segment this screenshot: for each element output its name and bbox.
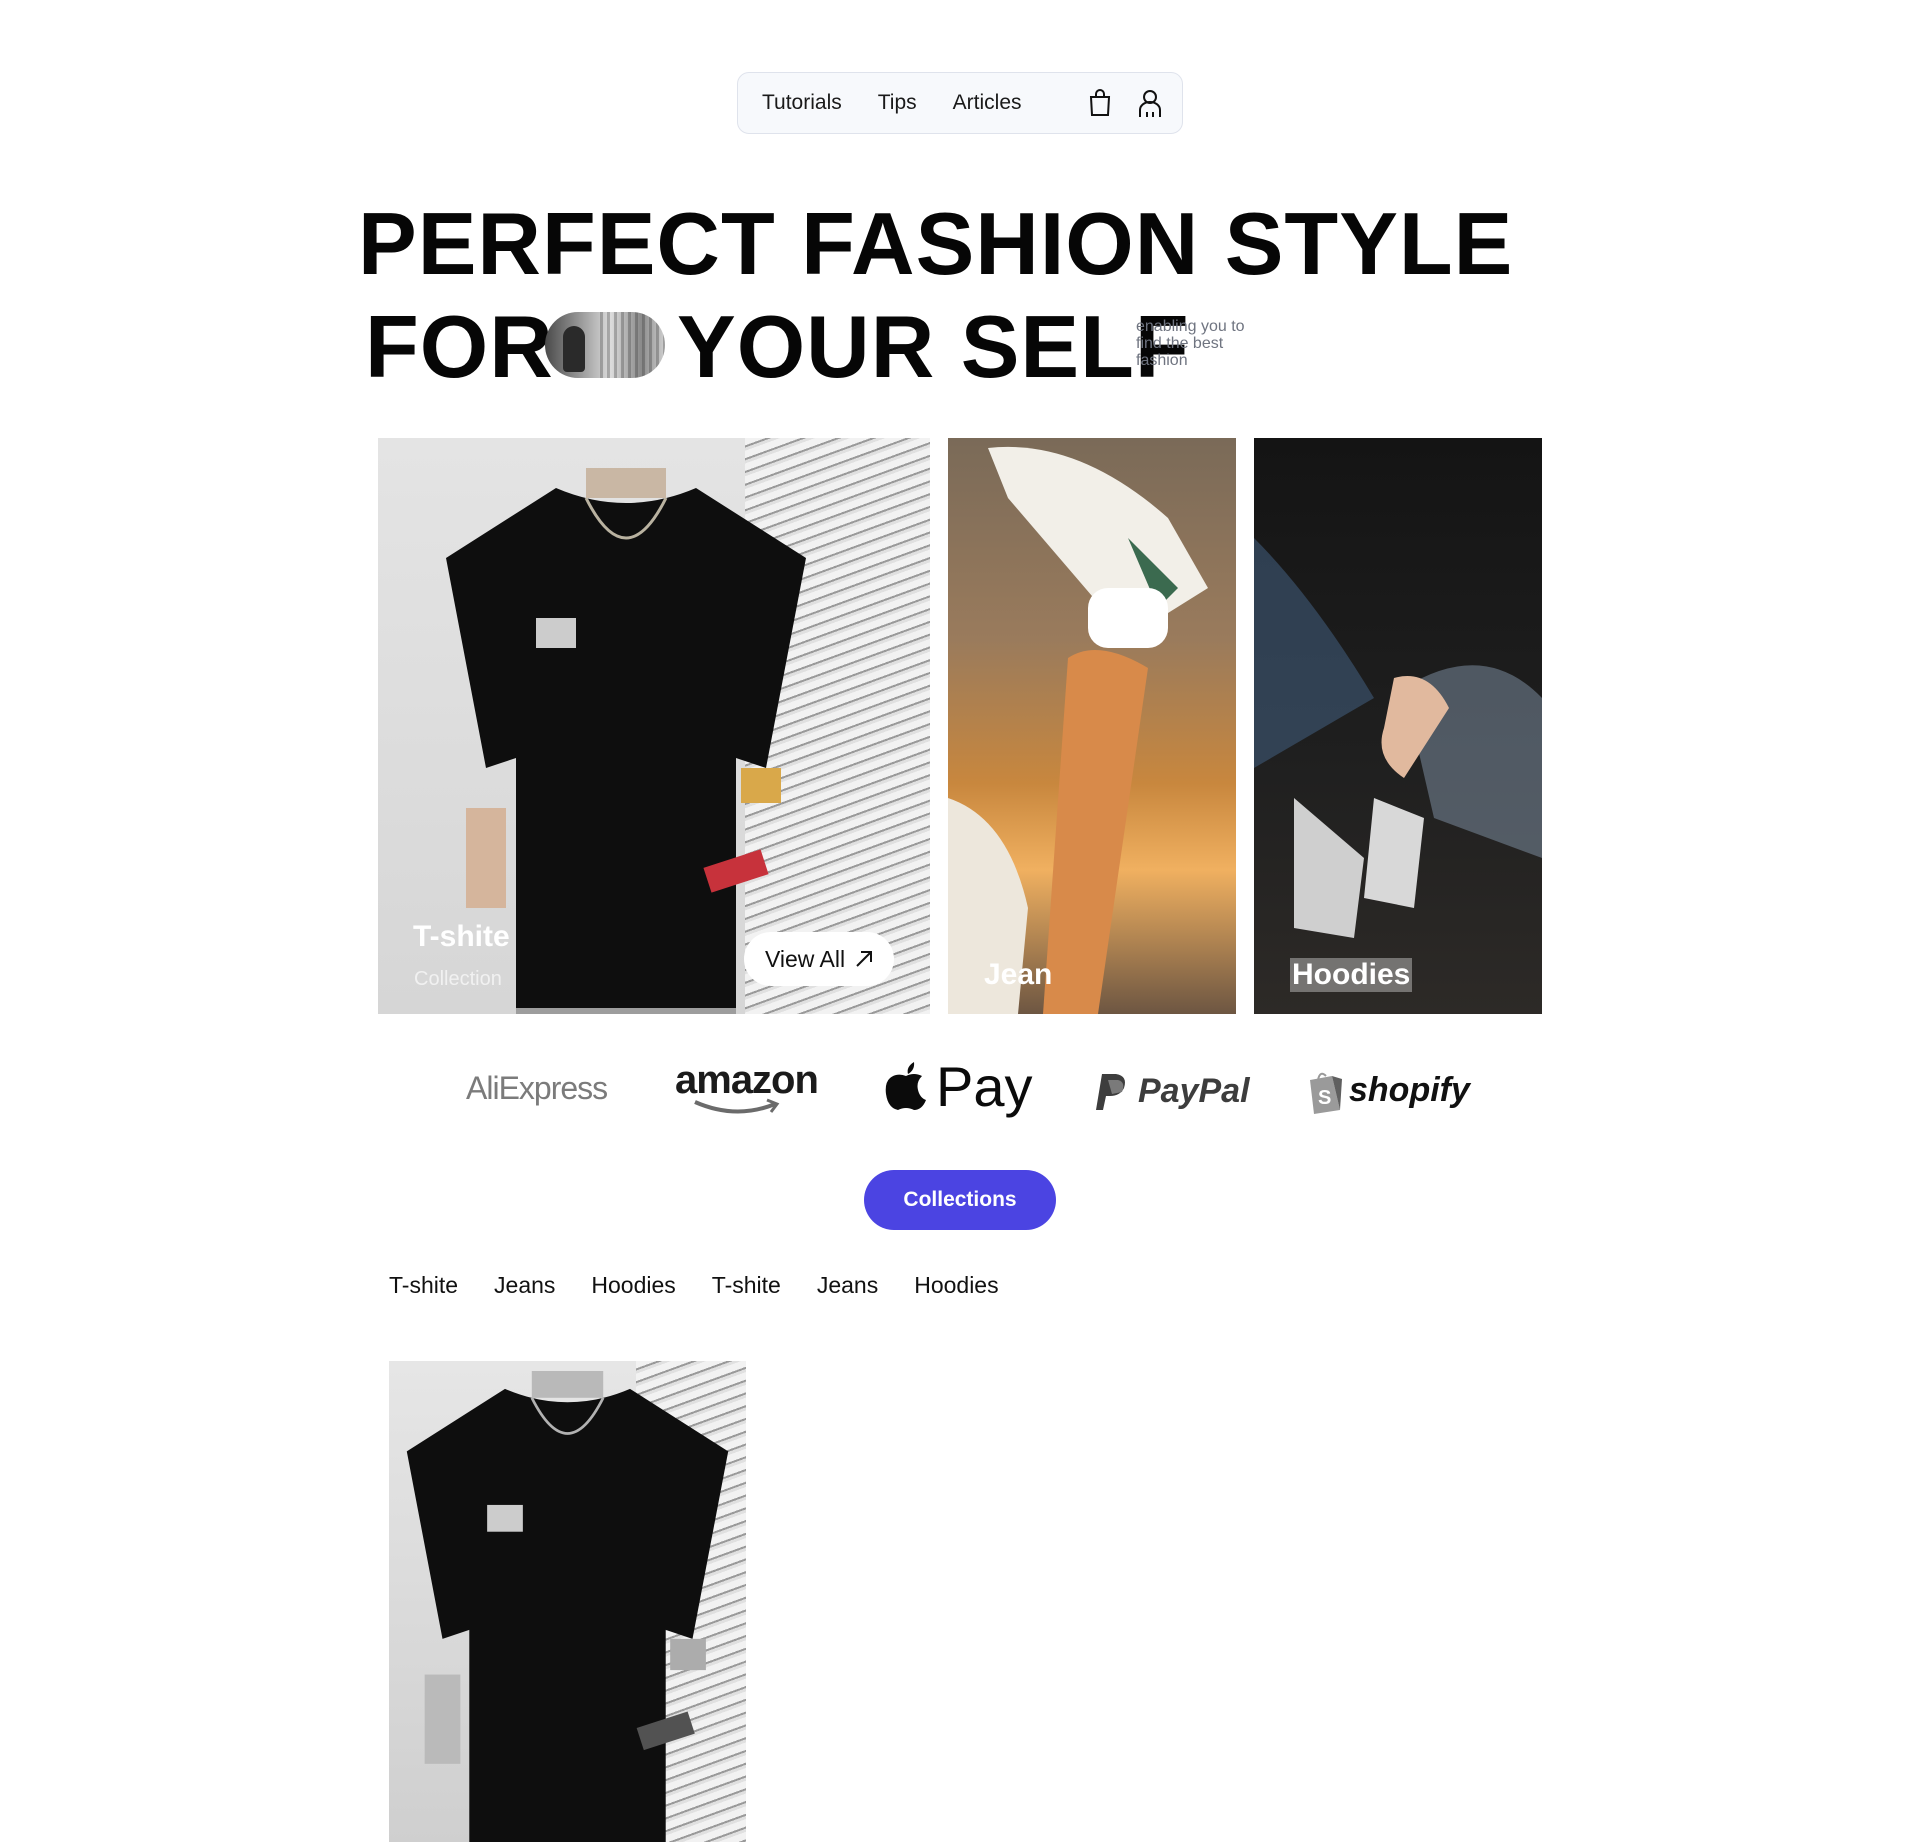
tab-hoodies[interactable]: Hoodies xyxy=(591,1272,675,1299)
user-icon[interactable] xyxy=(1138,88,1162,118)
card-subtitle-tshirt: Collection xyxy=(414,968,502,990)
arrow-up-right-icon xyxy=(856,951,873,967)
tab-tshirt[interactable]: T-shite xyxy=(389,1272,458,1299)
brand-applepay[interactable]: Pay xyxy=(936,1054,1033,1119)
brand-shopify[interactable]: shopify xyxy=(1349,1071,1470,1110)
brand-amazon[interactable]: amazon xyxy=(675,1058,819,1103)
tab-tshirt[interactable]: T-shite xyxy=(712,1272,781,1299)
brand-paypal[interactable]: PayPal xyxy=(1138,1072,1250,1111)
collection-card-hoodies[interactable]: Hoodies xyxy=(1254,438,1542,1014)
shopping-bag-icon[interactable] xyxy=(1088,88,1112,118)
collection-card-tshirt[interactable]: T-shite Collection xyxy=(378,438,930,1014)
view-all-label: View All xyxy=(764,945,846,972)
hero-subtitle: enabling you to find the best fashion xyxy=(1136,318,1245,369)
tab-hoodies[interactable]: Hoodies xyxy=(914,1272,998,1299)
hoodie-photo xyxy=(1254,538,1542,938)
product-thumbnail[interactable] xyxy=(389,1361,746,1842)
tshirt-photo xyxy=(406,1371,729,1842)
view-all-button[interactable]: View All xyxy=(744,932,894,986)
nav-link-tutorials[interactable]: Tutorials xyxy=(762,91,842,115)
top-nav: Tutorials Tips Articles xyxy=(737,72,1183,134)
amazon-smile-icon xyxy=(694,1098,780,1114)
tab-jeans[interactable]: Jeans xyxy=(817,1272,878,1299)
nav-link-tips[interactable]: Tips xyxy=(878,91,917,115)
card-title-hoodies: Hoodies xyxy=(1290,958,1413,992)
hero-title-line-1: PERFECT FASHION STYLE xyxy=(358,194,1514,293)
svg-text:S: S xyxy=(1318,1087,1331,1109)
collections-button[interactable]: Collections xyxy=(864,1170,1056,1230)
tab-jeans[interactable]: Jeans xyxy=(494,1272,555,1299)
card-title-jeans: Jean xyxy=(984,958,1053,991)
hero-inline-image xyxy=(545,312,665,378)
shopify-logo-icon: S xyxy=(1310,1072,1342,1114)
paypal-logo-icon xyxy=(1096,1074,1125,1110)
brand-aliexpress[interactable]: AliExpress xyxy=(466,1070,608,1107)
collection-card-jeans[interactable]: Jean xyxy=(948,438,1236,1014)
apple-logo-icon xyxy=(885,1062,926,1110)
collection-tabs: T-shite Jeans Hoodies T-shite Jeans Hood… xyxy=(389,1272,1035,1299)
hero-title-for: FOR xyxy=(365,297,554,396)
sneaker-photo xyxy=(948,446,1208,1014)
nav-link-articles[interactable]: Articles xyxy=(953,91,1022,115)
hero-title-yourself: YOUR SELF xyxy=(677,297,1190,396)
card-title-tshirt: T-shite xyxy=(413,920,510,953)
